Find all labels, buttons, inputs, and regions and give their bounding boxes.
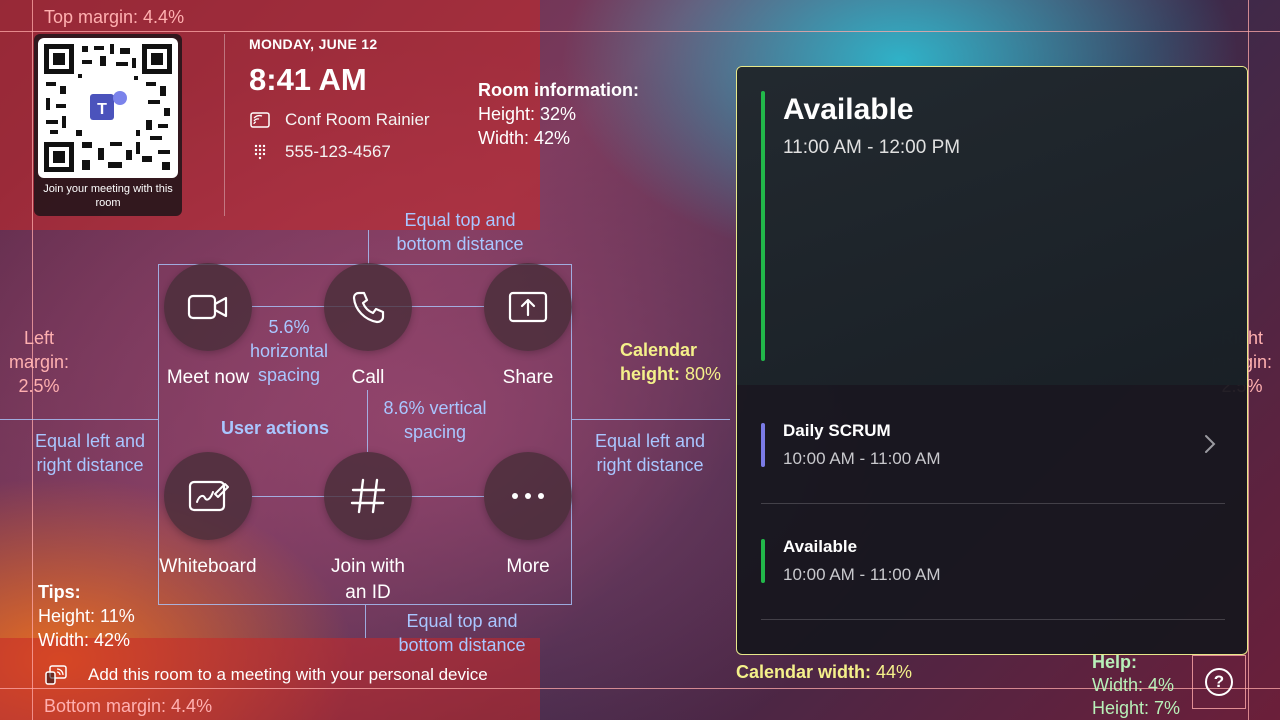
help-annotation: Help: Width: 4% Height: 7% (1092, 652, 1181, 718)
header-divider (224, 34, 225, 216)
share-label: Share (502, 367, 554, 388)
calendar-item-time: 10:00 AM - 11:00 AM (783, 565, 941, 584)
chevron-right-icon[interactable] (1203, 433, 1217, 455)
top-center-line (368, 230, 369, 264)
qr-code-icon: T (44, 44, 172, 172)
scrum-color-bar (761, 423, 765, 467)
help-icon: ? (1205, 668, 1233, 696)
join-with-id-label: Join with an ID (331, 556, 405, 603)
more-circle[interactable] (484, 452, 572, 540)
room-name-row: Conf Room Rainier (249, 110, 430, 130)
share-button[interactable]: Share (463, 263, 593, 391)
share-circle[interactable] (484, 263, 572, 351)
calendar-separator (761, 619, 1225, 620)
help-button[interactable]: ? (1192, 655, 1246, 709)
meet-now-button[interactable]: Meet now (143, 263, 273, 391)
calendar-panel: Available 11:00 AM - 12:00 PM Daily SCRU… (736, 66, 1248, 655)
tips-bar: Add this room to a meeting with your per… (44, 664, 488, 686)
calendar-height-annotation: Calendar height: 80% (620, 340, 722, 384)
whiteboard-button[interactable]: Whiteboard (143, 452, 273, 580)
current-status-card: Available 11:00 AM - 12:00 PM (737, 67, 1247, 385)
join-with-id-button[interactable]: Join with an ID (303, 452, 433, 606)
room-info-annotation: Room information: Height: 32% Width: 42% (478, 80, 639, 148)
meet-now-circle[interactable] (164, 263, 252, 351)
vertical-connector (367, 390, 368, 452)
user-actions-annotation: User actions (221, 418, 330, 438)
share-screen-icon (508, 291, 548, 323)
join-with-id-circle[interactable] (324, 452, 412, 540)
calendar-item-title: Available (783, 537, 858, 556)
tips-text: Add this room to a meeting with your per… (88, 665, 488, 684)
phone-icon (352, 291, 385, 324)
calendar-item-title: Daily SCRUM (783, 421, 891, 440)
phone-row: 555-123-4567 (249, 142, 391, 162)
more-button[interactable]: More (463, 452, 593, 580)
top-margin-line (0, 31, 1280, 32)
equal-tb-top-annotation: Equal top and bottom distance (396, 210, 524, 254)
whiteboard-circle[interactable] (164, 452, 252, 540)
svg-text:T: T (97, 101, 107, 118)
dialpad-icon (254, 144, 266, 160)
equal-tb-bottom-annotation: Equal top and bottom distance (398, 611, 526, 655)
more-label: More (506, 556, 550, 577)
current-status-title: Available (783, 93, 914, 126)
call-circle[interactable] (324, 263, 412, 351)
hash-icon (350, 478, 386, 514)
date-label: MONDAY, JUNE 12 (249, 36, 378, 52)
equal-lr-left-annotation: Equal left and right distance (34, 431, 146, 475)
top-margin-annotation: Top margin: 4.4% (44, 7, 185, 27)
calendar-item[interactable]: Daily SCRUM 10:00 AM - 11:00 AM (737, 405, 1247, 503)
tips-annotation: Tips: Height: 11% Width: 42% (38, 582, 135, 650)
bottom-margin-line (0, 688, 1280, 689)
current-status-bar (761, 91, 765, 361)
left-margin-annotation: Left margin: 2.5% (8, 328, 70, 396)
more-icon (512, 493, 544, 499)
meet-now-label: Meet now (166, 367, 250, 388)
time-label: 8:41 AM (249, 62, 367, 97)
vertical-spacing-annotation: 8.6% vertical spacing (383, 398, 487, 442)
bottom-margin-annotation: Bottom margin: 4.4% (44, 696, 213, 716)
current-status-time: 11:00 AM - 12:00 PM (783, 137, 961, 158)
whiteboard-label: Whiteboard (159, 556, 257, 577)
qr-code-card[interactable]: T Join your meeting with this room (34, 34, 182, 216)
video-camera-icon (187, 294, 228, 320)
qr-code[interactable]: T (38, 38, 178, 178)
center-left-line (0, 419, 158, 420)
call-button[interactable]: Call (303, 263, 433, 391)
room-name: Conf Room Rainier (285, 110, 430, 129)
call-label: Call (351, 367, 385, 388)
cast-icon (250, 112, 270, 128)
calendar-item-time: 10:00 AM - 11:00 AM (783, 449, 941, 468)
room-phone: 555-123-4567 (285, 142, 391, 161)
whiteboard-icon (188, 480, 229, 512)
calendar-item[interactable]: Available 10:00 AM - 11:00 AM (737, 521, 1247, 619)
device-cast-icon (45, 665, 67, 685)
calendar-separator (761, 503, 1225, 504)
bottom-center-line (365, 605, 366, 638)
available-color-bar (761, 539, 765, 583)
calendar-width-annotation: Calendar width: 44% (736, 662, 913, 682)
equal-lr-right-annotation: Equal left and right distance (594, 431, 706, 475)
center-right-line (572, 419, 730, 420)
qr-caption: Join your meeting with this room (43, 183, 173, 209)
